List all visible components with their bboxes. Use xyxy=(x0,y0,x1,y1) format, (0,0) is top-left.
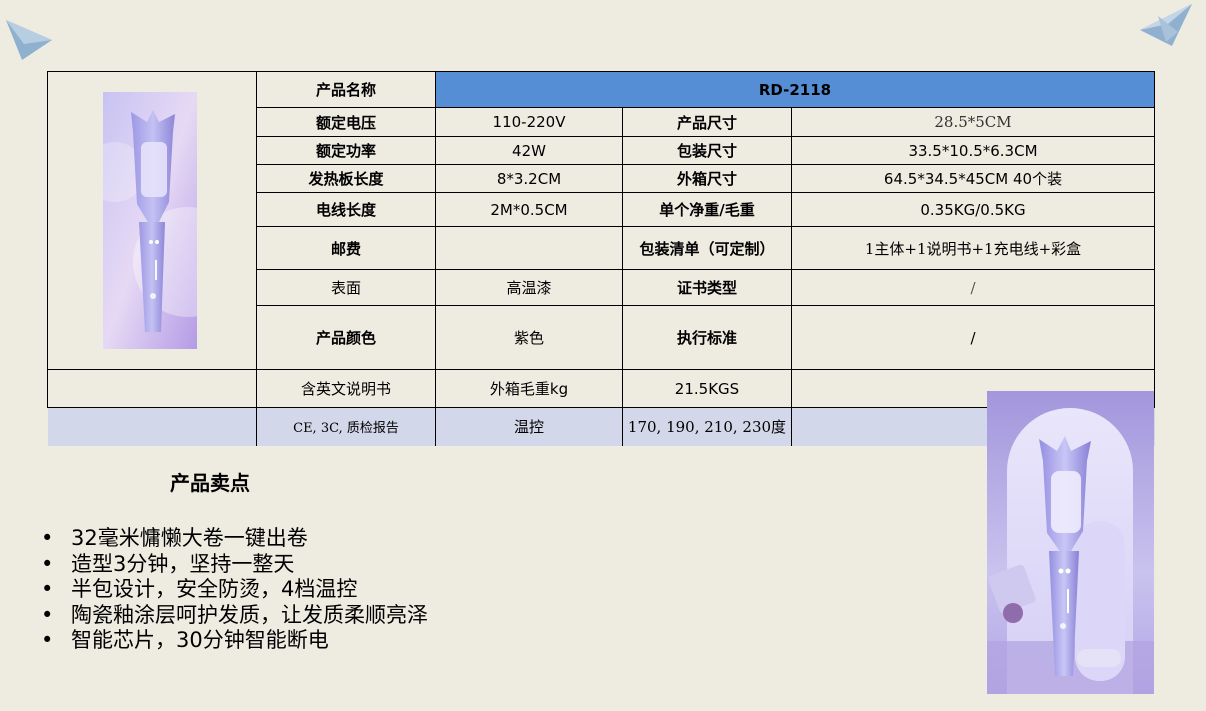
spec-label: 表面 xyxy=(256,269,436,306)
spec-value: / xyxy=(791,305,1155,370)
spec-label: 外箱尺寸 xyxy=(622,164,792,193)
selling-points-list: 32毫米慵懒大卷一键出卷 造型3分钟，坚持一整天 半包设计，安全防烫，4档温控 … xyxy=(41,526,428,654)
spec-label: 单个净重/毛重 xyxy=(622,192,792,227)
spec-value: 0.35KG/0.5KG xyxy=(791,192,1155,227)
extra-cell: 21.5KGS xyxy=(622,369,792,408)
spec-value: 1主体+1说明书+1充电线+彩盒 xyxy=(791,226,1155,270)
list-item: 32毫米慵懒大卷一键出卷 xyxy=(41,526,428,552)
spec-label: 包装清单（可定制） xyxy=(622,226,792,270)
list-item: 造型3分钟，坚持一整天 xyxy=(41,552,428,578)
spec-label: 产品颜色 xyxy=(256,305,436,370)
product-name-label: 产品名称 xyxy=(256,71,436,108)
spec-value: 紫色 xyxy=(435,305,623,370)
spec-label: 发热板长度 xyxy=(256,164,436,193)
spec-value: 8*3.2CM xyxy=(435,164,623,193)
list-item: 陶瓷釉涂层呵护发质，让发质柔顺亮泽 xyxy=(41,603,428,629)
spec-value xyxy=(435,226,623,270)
selling-points-heading: 产品卖点 xyxy=(170,471,250,495)
spec-label: 电线长度 xyxy=(256,192,436,227)
spec-label: 额定电压 xyxy=(256,107,436,137)
spec-value: 2M*0.5CM xyxy=(435,192,623,227)
spec-label: 邮费 xyxy=(256,226,436,270)
spec-value: 42W xyxy=(435,136,623,165)
spec-table: 产品名称 RD-2118 额定电压 110-220V 产品尺寸 28.5*5CM… xyxy=(47,71,1155,446)
spec-label: 包装尺寸 xyxy=(622,136,792,165)
spec-label: 执行标准 xyxy=(622,305,792,370)
spec-value: 64.5*34.5*45CM 40个装 xyxy=(791,164,1155,193)
paper-plane-icon-right xyxy=(1140,4,1192,46)
extra-cell: 外箱毛重kg xyxy=(435,369,623,408)
spec-value: 28.5*5CM xyxy=(791,107,1155,137)
spec-value: 高温漆 xyxy=(435,269,623,306)
list-item: 半包设计，安全防烫，4档温控 xyxy=(41,577,428,603)
extra-cell: 温控 xyxy=(435,407,623,446)
spec-label: 额定功率 xyxy=(256,136,436,165)
spec-label: 证书类型 xyxy=(622,269,792,306)
paper-plane-icon-left xyxy=(6,20,52,60)
extra-cell: 170, 190, 210, 230度 xyxy=(622,407,792,446)
extra-cell: CE, 3C, 质检报告 xyxy=(256,407,436,446)
list-item: 智能芯片，30分钟智能断电 xyxy=(41,628,428,654)
spec-value: 33.5*10.5*6.3CM xyxy=(791,136,1155,165)
product-name-value: RD-2118 xyxy=(435,71,1155,108)
spec-label: 产品尺寸 xyxy=(622,107,792,137)
empty-cell xyxy=(47,407,257,446)
empty-cell xyxy=(47,369,257,408)
spec-value: 110-220V xyxy=(435,107,623,137)
product-photo-large xyxy=(987,391,1154,694)
table-row: 产品名称 RD-2118 xyxy=(47,71,1155,370)
product-photo-small xyxy=(103,92,197,349)
extra-cell: 含英文说明书 xyxy=(256,369,436,408)
spec-value: / xyxy=(791,269,1155,306)
